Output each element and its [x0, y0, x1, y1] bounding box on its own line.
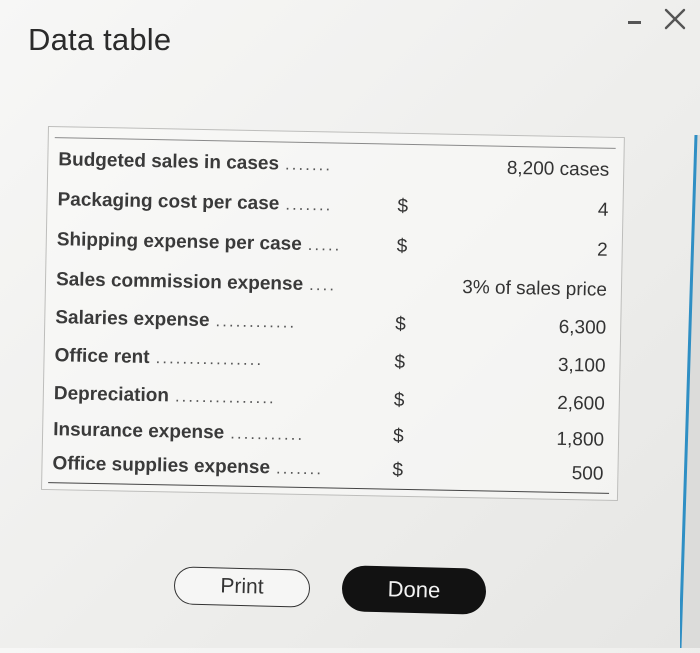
row-value: 4	[597, 199, 609, 221]
row-dollar: $	[396, 235, 408, 257]
row-leader: .......	[285, 194, 333, 215]
row-leader: ...............	[174, 386, 276, 408]
done-button[interactable]: Done	[341, 565, 487, 615]
table-row-budgeted-sales: Budgeted sales in cases ....... 8,200 ca…	[58, 145, 609, 186]
row-dollar: $	[392, 425, 404, 447]
row-dollar: $	[394, 351, 406, 373]
row-value: 6,300	[558, 316, 607, 339]
print-button[interactable]: Print	[173, 566, 311, 608]
row-label: Office supplies expense	[52, 453, 271, 479]
row-dollar: $	[397, 195, 409, 217]
row-value: 3,100	[557, 354, 606, 377]
table-row-packaging-cost: Packaging cost per case ....... $ 4	[57, 185, 608, 226]
row-leader: ............	[215, 311, 297, 332]
row-value: 8,200 cases	[506, 157, 610, 181]
window-edge	[678, 134, 700, 649]
row-leader: .....	[307, 235, 342, 255]
minimize-icon[interactable]	[626, 7, 644, 36]
row-leader: ....	[308, 275, 337, 295]
row-label: Salaries expense	[55, 307, 210, 332]
row-value: 1,800	[556, 428, 605, 451]
row-leader: ...........	[230, 423, 305, 444]
row-label: Sales commission expense	[55, 269, 304, 295]
row-value: 500	[571, 463, 604, 485]
row-label: Office rent	[54, 345, 150, 368]
row-leader: .......	[275, 458, 324, 479]
table-row-insurance: Insurance expense ........... $ 1,800	[53, 415, 604, 456]
row-dollar: $	[393, 389, 405, 411]
row-value: 2,600	[557, 392, 605, 415]
table-row-sales-commission: Sales commission expense .... 3% of sale…	[56, 265, 607, 306]
table-row-salaries: Salaries expense ............ $ 6,300	[55, 303, 606, 344]
row-label: Packaging cost per case	[57, 189, 280, 215]
row-leader: ................	[155, 348, 264, 370]
row-value: 2	[596, 239, 608, 261]
row-label: Depreciation	[53, 383, 170, 407]
table-row-depreciation: Depreciation ............... $ 2,600	[54, 379, 605, 420]
row-leader: .......	[284, 154, 333, 175]
data-table: Budgeted sales in cases ....... 8,200 ca…	[41, 126, 625, 502]
row-dollar: $	[392, 459, 404, 481]
row-label: Insurance expense	[52, 419, 225, 444]
row-dollar: $	[395, 313, 407, 335]
row-label: Budgeted sales in cases	[58, 149, 280, 175]
table-row-shipping-expense: Shipping expense per case ..... $ 2	[57, 225, 608, 266]
dialog-title: Data table	[28, 22, 172, 57]
row-label: Shipping expense per case	[56, 229, 302, 255]
close-icon[interactable]	[662, 6, 688, 37]
window-controls	[626, 6, 688, 37]
row-value: 3% of sales price	[462, 276, 608, 301]
table-row-office-rent: Office rent ................ $ 3,100	[54, 341, 605, 382]
